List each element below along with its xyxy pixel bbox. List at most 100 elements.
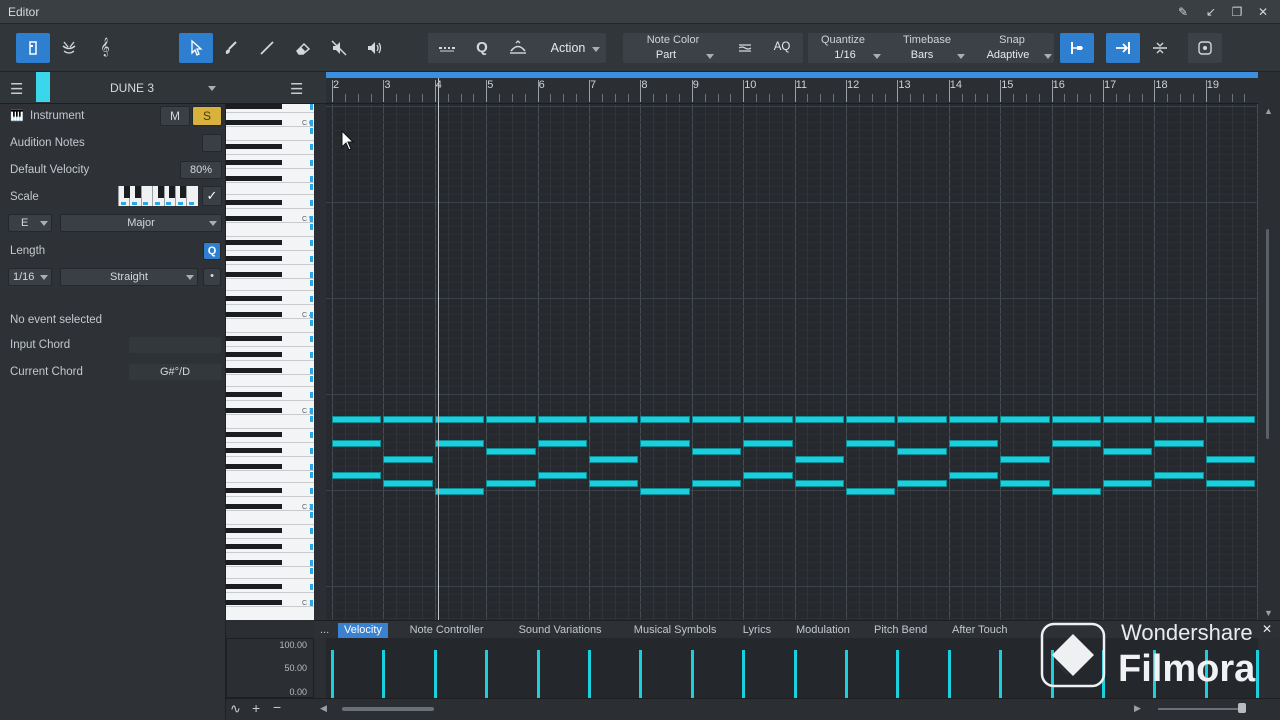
bar-number[interactable]: 18	[1155, 79, 1167, 91]
bar-number[interactable]: 11	[796, 79, 807, 91]
piano-black-key[interactable]	[226, 408, 282, 413]
pin-icon[interactable]: ✎	[1174, 3, 1192, 21]
midi-note[interactable]	[691, 480, 742, 487]
expand-lanes-button[interactable]	[1143, 33, 1177, 63]
midi-note[interactable]	[589, 416, 639, 423]
piano-black-key[interactable]	[226, 104, 282, 109]
piano-black-key[interactable]	[226, 312, 282, 317]
velocity-bar[interactable]	[588, 650, 591, 698]
midi-note[interactable]	[948, 472, 999, 479]
velocity-bar[interactable]	[331, 650, 334, 698]
midi-note[interactable]	[1205, 480, 1256, 487]
bar-number[interactable]: 13	[898, 79, 910, 91]
lane-more-button[interactable]: ...	[314, 623, 335, 638]
velocity-bar[interactable]	[845, 650, 848, 698]
midi-note[interactable]	[589, 456, 639, 463]
lane-tab[interactable]: Velocity	[338, 623, 388, 638]
velocity-bar[interactable]	[433, 650, 437, 698]
scale-check-icon[interactable]: ✓	[202, 186, 222, 206]
velocity-bar[interactable]	[999, 650, 1003, 698]
midi-note[interactable]	[1000, 480, 1050, 487]
scroll-up-icon[interactable]: ▲	[1264, 106, 1273, 116]
velocity-bar[interactable]	[536, 650, 540, 698]
midi-note[interactable]	[1103, 480, 1153, 487]
line-tool-button[interactable]	[250, 33, 284, 63]
midi-note[interactable]	[1154, 440, 1204, 447]
midi-note[interactable]	[1051, 488, 1101, 495]
horizontal-scroll-thumb[interactable]	[342, 707, 434, 711]
piano-black-key[interactable]	[226, 448, 282, 453]
midi-note[interactable]	[383, 480, 433, 487]
piano-black-key[interactable]	[226, 256, 282, 261]
velocity-bar[interactable]	[947, 650, 951, 698]
scroll-down-icon[interactable]: ▼	[1264, 608, 1273, 618]
midi-note[interactable]	[640, 440, 690, 447]
bar-number[interactable]: 3	[384, 79, 390, 91]
piano-black-key[interactable]	[226, 584, 282, 589]
midi-note[interactable]	[332, 440, 382, 447]
bar-number[interactable]: 5	[487, 79, 493, 91]
midi-note[interactable]	[332, 472, 382, 479]
timebase-select[interactable]: Bars	[902, 49, 942, 61]
midi-note[interactable]	[434, 416, 485, 423]
eraser-tool-button[interactable]	[286, 33, 320, 63]
transpose-button[interactable]	[501, 33, 535, 63]
piano-black-key[interactable]	[226, 368, 282, 373]
piano-black-key[interactable]	[226, 296, 282, 301]
drum-view-button[interactable]	[52, 33, 86, 63]
action-menu[interactable]: Action	[544, 41, 592, 55]
arrow-tool-button[interactable]	[179, 33, 213, 63]
midi-note[interactable]	[640, 488, 690, 495]
add-lane-icon[interactable]: +	[252, 700, 260, 716]
menu-icon[interactable]: ☰	[10, 80, 23, 98]
bar-number[interactable]: 10	[744, 79, 756, 91]
midi-note[interactable]	[794, 456, 844, 463]
scroll-left-icon[interactable]: ◀	[320, 703, 327, 714]
piano-black-key[interactable]	[226, 504, 282, 509]
midi-note[interactable]	[537, 472, 587, 479]
piano-black-key[interactable]	[226, 432, 282, 437]
midi-note[interactable]	[1103, 416, 1153, 423]
note-color-select[interactable]: Part	[640, 49, 692, 61]
piano-black-key[interactable]	[226, 560, 282, 565]
midi-note[interactable]	[434, 488, 485, 495]
mute-tool-button[interactable]	[322, 33, 356, 63]
scale-type-select[interactable]: Major	[60, 214, 222, 232]
input-chord-field[interactable]	[128, 336, 222, 354]
scale-keyboard[interactable]	[118, 186, 198, 206]
zoom-to-fit-button[interactable]	[1188, 33, 1222, 63]
bar-number[interactable]: 6	[539, 79, 545, 91]
midi-note[interactable]	[537, 416, 587, 423]
bar-number[interactable]: 17	[1104, 79, 1116, 91]
lane-tab[interactable]: Lyrics	[737, 623, 777, 638]
midi-note[interactable]	[743, 416, 793, 423]
piano-black-key[interactable]	[226, 144, 282, 149]
snap-to-grid-button[interactable]	[1060, 33, 1094, 63]
score-view-button[interactable]: 𝄞	[88, 33, 122, 63]
track-color-swatch[interactable]	[36, 72, 50, 102]
track-select-caret-icon[interactable]	[208, 86, 216, 91]
watermark-close-icon[interactable]: ✕	[1262, 622, 1272, 636]
lane-tab[interactable]: After Touch	[946, 623, 1013, 638]
velocity-bar[interactable]	[690, 650, 694, 698]
piano-black-key[interactable]	[226, 336, 282, 341]
midi-note[interactable]	[948, 440, 999, 447]
list-icon[interactable]: ☰	[290, 80, 303, 98]
piano-black-key[interactable]	[226, 240, 282, 245]
note-grid[interactable]	[326, 104, 1258, 620]
midi-note[interactable]	[743, 440, 793, 447]
velocity-bar[interactable]	[896, 650, 900, 698]
piano-black-key[interactable]	[226, 392, 282, 397]
bar-number[interactable]: 8	[641, 79, 647, 91]
piano-black-key[interactable]	[226, 600, 282, 605]
lane-tab[interactable]: Sound Variations	[513, 623, 608, 638]
midi-note[interactable]	[691, 416, 742, 423]
track-name[interactable]: DUNE 3	[110, 81, 154, 95]
lane-curve-icon[interactable]: ∿	[230, 701, 241, 717]
piano-black-key[interactable]	[226, 488, 282, 493]
listen-tool-button[interactable]	[358, 33, 392, 63]
dotted-toggle[interactable]: •	[203, 268, 221, 286]
vertical-scrollbar[interactable]: ▲ ▼	[1258, 104, 1280, 620]
quantize-button[interactable]: Q	[465, 33, 499, 63]
velocity-tool-button[interactable]	[728, 33, 762, 63]
